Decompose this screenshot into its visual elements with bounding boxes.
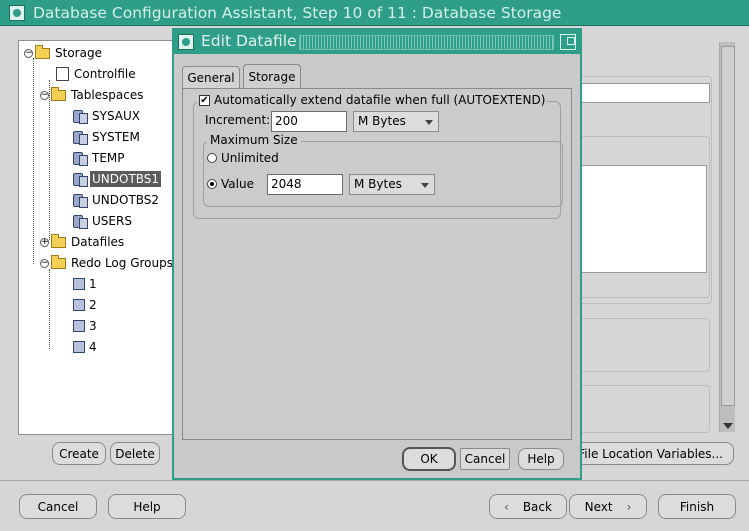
value-radio[interactable] bbox=[207, 179, 217, 189]
chevron-down-icon bbox=[421, 183, 429, 188]
maximize-icon[interactable] bbox=[560, 34, 576, 50]
dialog-cancel-button[interactable]: Cancel bbox=[460, 448, 510, 470]
tree-item-storage[interactable]: − Storage bbox=[24, 43, 104, 63]
title-drag-area[interactable] bbox=[299, 35, 554, 50]
right-name-field[interactable] bbox=[575, 83, 710, 103]
dialog-title-bar: Edit Datafile bbox=[174, 30, 580, 54]
dialog-title: Edit Datafile bbox=[201, 32, 297, 50]
tree-item-controlfile[interactable]: Controlfile bbox=[56, 64, 138, 84]
back-button[interactable]: ‹ Back bbox=[489, 494, 567, 519]
dialog-help-button[interactable]: Help bbox=[518, 448, 564, 470]
right-bottom-pane bbox=[565, 385, 710, 433]
main-title-bar: Database Configuration Assistant, Step 1… bbox=[0, 0, 749, 26]
right-lower-pane bbox=[565, 318, 710, 372]
autoextend-checkbox-row[interactable]: ✔ Automatically extend datafile when ful… bbox=[197, 93, 548, 107]
scroll-down-icon[interactable] bbox=[723, 423, 733, 429]
cancel-button[interactable]: Cancel bbox=[19, 494, 97, 519]
value-radio-row[interactable]: Value bbox=[207, 177, 254, 191]
folder-icon bbox=[51, 254, 66, 269]
storage-tab-panel: ✔ Automatically extend datafile when ful… bbox=[182, 88, 572, 440]
increment-input[interactable]: 200 bbox=[271, 111, 347, 132]
tree-item-redo-4[interactable]: 4 bbox=[73, 337, 99, 357]
create-button[interactable]: Create bbox=[52, 442, 106, 465]
redo-log-icon bbox=[73, 299, 85, 311]
help-button[interactable]: Help bbox=[108, 494, 186, 519]
footer-separator bbox=[0, 480, 749, 481]
expand-icon[interactable]: + bbox=[40, 237, 49, 247]
edit-datafile-dialog: Edit Datafile General Storage ✔ Automati… bbox=[172, 28, 582, 480]
tree-item-sysaux[interactable]: SYSAUX bbox=[73, 106, 142, 126]
file-location-variables-button[interactable]: File Location Variables... bbox=[574, 442, 734, 465]
chevron-left-icon: ‹ bbox=[504, 499, 509, 514]
dialog-button-bar: OK Cancel Help bbox=[182, 442, 572, 474]
controlfile-icon bbox=[56, 67, 69, 81]
tab-storage[interactable]: Storage bbox=[243, 64, 301, 88]
tablespace-icon bbox=[73, 151, 88, 166]
maximum-size-label: Maximum Size bbox=[207, 133, 301, 147]
tree-item-datafiles[interactable]: + Datafiles bbox=[40, 232, 126, 252]
tablespace-icon bbox=[73, 214, 88, 229]
dialog-menu-icon[interactable] bbox=[178, 34, 194, 50]
finish-button[interactable]: Finish bbox=[658, 494, 736, 519]
tree-item-temp[interactable]: TEMP bbox=[73, 148, 127, 168]
redo-log-icon bbox=[73, 341, 85, 353]
tablespace-icon bbox=[73, 109, 88, 124]
collapse-icon[interactable]: − bbox=[24, 48, 33, 58]
window-title: Database Configuration Assistant, Step 1… bbox=[33, 4, 562, 22]
folder-icon bbox=[51, 233, 66, 248]
storage-tree[interactable]: − Storage Controlfile − Tablespaces SYSA… bbox=[18, 40, 176, 435]
collapse-icon[interactable]: − bbox=[40, 90, 49, 100]
folder-icon bbox=[35, 44, 50, 59]
ok-button[interactable]: OK bbox=[402, 447, 456, 471]
vertical-scrollbar[interactable] bbox=[719, 42, 735, 432]
collapse-icon[interactable]: − bbox=[40, 258, 49, 268]
window-menu-icon[interactable] bbox=[9, 5, 25, 21]
max-size-unit-select[interactable]: M Bytes bbox=[349, 174, 435, 195]
tree-item-undotbs2[interactable]: UNDOTBS2 bbox=[73, 190, 161, 210]
unlimited-radio[interactable] bbox=[207, 153, 217, 163]
tree-item-tablespaces[interactable]: − Tablespaces bbox=[40, 85, 146, 105]
increment-label: Increment: bbox=[205, 113, 271, 127]
tree-item-redo-2[interactable]: 2 bbox=[73, 295, 99, 315]
autoextend-checkbox[interactable]: ✔ bbox=[199, 94, 210, 106]
right-table-area[interactable] bbox=[575, 165, 707, 273]
scroll-thumb[interactable] bbox=[721, 46, 735, 406]
increment-unit-select[interactable]: M Bytes bbox=[353, 111, 439, 132]
folder-icon bbox=[51, 86, 66, 101]
redo-log-icon bbox=[73, 320, 85, 332]
next-button[interactable]: Next › bbox=[569, 494, 647, 519]
tablespace-icon bbox=[73, 193, 88, 208]
tablespace-icon bbox=[73, 130, 88, 145]
tree-item-redo-1[interactable]: 1 bbox=[73, 274, 99, 294]
chevron-down-icon bbox=[425, 120, 433, 125]
chevron-right-icon: › bbox=[626, 499, 632, 514]
delete-button[interactable]: Delete bbox=[110, 442, 160, 465]
tablespace-icon bbox=[73, 172, 88, 187]
max-size-input[interactable]: 2048 bbox=[267, 174, 343, 195]
tree-item-system[interactable]: SYSTEM bbox=[73, 127, 142, 147]
unlimited-radio-row[interactable]: Unlimited bbox=[207, 151, 279, 165]
tree-item-redo-log-groups[interactable]: − Redo Log Groups bbox=[40, 253, 175, 273]
tree-item-redo-3[interactable]: 3 bbox=[73, 316, 99, 336]
tab-general[interactable]: General bbox=[182, 66, 240, 88]
tree-item-users[interactable]: USERS bbox=[73, 211, 134, 231]
tree-item-undotbs1[interactable]: UNDOTBS1 bbox=[73, 169, 162, 189]
redo-log-icon bbox=[73, 278, 85, 290]
